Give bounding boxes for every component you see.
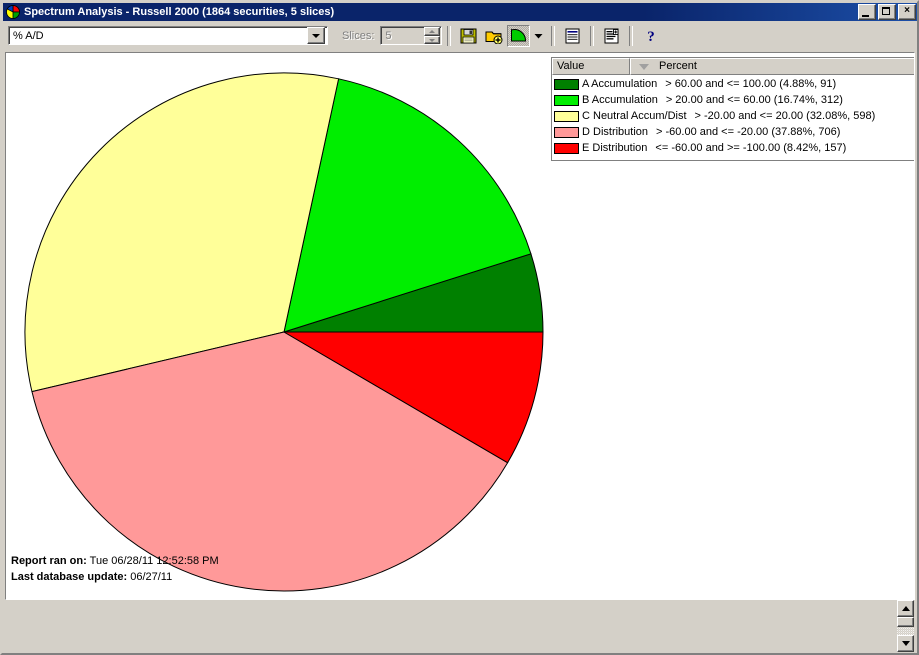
legend-color-swatch <box>554 142 579 154</box>
toolbar-separator-4 <box>629 25 634 46</box>
legend-color-swatch <box>554 78 579 90</box>
report-ran-value: Tue 06/28/11 12:52:58 PM <box>89 555 219 567</box>
legend-item-range: > -60.00 and <= -20.00 (37.88%, 706) <box>656 126 841 138</box>
legend-item-name: E Distribution <box>582 142 648 154</box>
legend-column-percent[interactable]: Percent <box>630 58 914 75</box>
question-mark-icon: ? <box>644 28 658 44</box>
pie-chart-icon <box>5 4 21 20</box>
legend-color-swatch <box>554 126 579 138</box>
chart-type-button[interactable] <box>507 24 531 47</box>
sort-descending-icon <box>639 63 649 70</box>
chevron-down-icon[interactable] <box>307 27 325 44</box>
maximize-button[interactable] <box>878 4 896 20</box>
pie-chart-svg <box>24 72 544 592</box>
report-ran-label: Report ran on: <box>11 555 87 567</box>
legend-item-range: > -20.00 and <= 20.00 (32.08%, 598) <box>694 110 876 122</box>
legend-item-range: > 60.00 and <= 100.00 (4.88%, 91) <box>665 78 837 90</box>
toolbar-separator-3 <box>590 25 595 46</box>
scroll-up-button[interactable] <box>897 600 914 617</box>
spectrum-analysis-window: Spectrum Analysis - Russell 2000 (1864 s… <box>0 0 919 655</box>
legend-row[interactable]: C Neutral Accum/Dist > -20.00 and <= 20.0… <box>552 108 914 124</box>
legend-item-range: > 20.00 and <= 60.00 (16.74%, 312) <box>665 94 843 106</box>
field-select[interactable]: % A/D <box>8 26 328 45</box>
vertical-scrollbar[interactable] <box>897 600 914 652</box>
svg-text:?: ? <box>647 29 655 44</box>
legend-column-percent-label: Percent <box>659 60 697 72</box>
legend-rows: A Accumulation > 60.00 and <= 100.00 (4.8… <box>552 75 914 156</box>
toolbar-separator-2 <box>551 25 556 46</box>
legend-color-swatch <box>554 94 579 106</box>
pie-chart <box>22 70 546 594</box>
last-update-label: Last database update: <box>11 571 128 583</box>
last-update-line: Last database update: 06/27/11 <box>11 569 219 585</box>
scrollbar-thumb[interactable] <box>897 617 914 627</box>
legend-item-name: D Distribution <box>582 126 649 138</box>
slices-decrement-button[interactable] <box>424 35 441 44</box>
report-ran-line: Report ran on: Tue 06/28/11 12:52:58 PM <box>11 553 219 569</box>
save-button[interactable] <box>457 24 481 47</box>
list-report-icon <box>565 28 580 44</box>
legend-column-value[interactable]: Value <box>552 58 630 75</box>
report-content-panel: Value Percent A Accumulation > 60.00 and … <box>5 52 915 600</box>
legend-item-name: B Accumulation <box>582 94 658 106</box>
slices-spin-buttons[interactable] <box>424 27 441 44</box>
legend-row[interactable]: B Accumulation > 20.00 and <= 60.00 (16.7… <box>552 92 914 108</box>
slices-stepper[interactable]: 5 <box>380 26 443 45</box>
toolbar-separator <box>447 25 452 46</box>
detail-report-icon <box>604 28 619 44</box>
toolbar: % A/D Slices: 5 ? <box>3 22 917 49</box>
window-titlebar: Spectrum Analysis - Russell 2000 (1864 s… <box>3 3 917 21</box>
window-controls: × <box>858 4 916 20</box>
field-select-value: % A/D <box>13 29 44 42</box>
legend-row[interactable]: E Distribution <= -60.00 and >= -100.00 (… <box>552 140 914 156</box>
legend-column-value-label: Value <box>557 60 585 72</box>
window-title: Spectrum Analysis - Russell 2000 (1864 s… <box>24 6 335 18</box>
chart-type-dropdown[interactable] <box>532 24 546 47</box>
legend-row[interactable]: D Distribution > -60.00 and <= -20.00 (37… <box>552 124 914 140</box>
detail-report-button[interactable] <box>600 24 624 47</box>
legend-item-name: A Accumulation <box>582 78 658 90</box>
report-view-button[interactable] <box>561 24 585 47</box>
floppy-disk-icon <box>460 28 477 44</box>
scrollbar-track[interactable] <box>897 627 914 635</box>
legend-color-swatch <box>554 110 579 122</box>
legend-item-range: <= -60.00 and >= -100.00 (8.42%, 157) <box>655 142 847 154</box>
pie-chart-icon <box>510 28 527 43</box>
legend-row[interactable]: A Accumulation > 60.00 and <= 100.00 (4.8… <box>552 76 914 92</box>
close-icon: × <box>904 5 910 16</box>
slices-value: 5 <box>385 29 392 42</box>
report-footer: Report ran on: Tue 06/28/11 12:52:58 PM … <box>11 553 219 585</box>
folder-add-icon <box>485 28 503 44</box>
last-update-value: 06/27/11 <box>130 571 173 583</box>
help-button[interactable]: ? <box>639 24 663 47</box>
slices-label: Slices: <box>342 29 375 42</box>
legend-panel: Value Percent A Accumulation > 60.00 and … <box>551 57 914 161</box>
legend-item-name: C Neutral Accum/Dist <box>582 110 687 122</box>
minimize-button[interactable] <box>858 4 876 20</box>
legend-header: Value Percent <box>552 58 914 75</box>
chevron-down-icon <box>534 33 543 39</box>
scroll-down-button[interactable] <box>897 635 914 652</box>
open-add-button[interactable] <box>482 24 506 47</box>
close-button[interactable]: × <box>898 4 916 20</box>
slices-increment-button[interactable] <box>424 27 441 36</box>
